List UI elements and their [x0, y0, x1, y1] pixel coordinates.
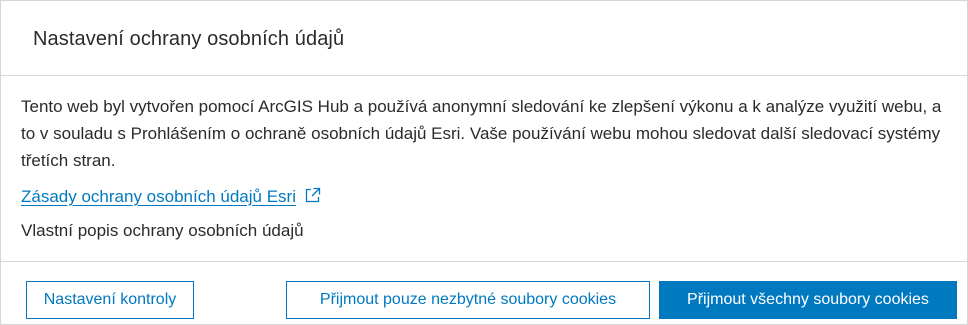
dialog-title: Nastavení ochrany osobních údajů	[33, 28, 345, 50]
privacy-description: Tento web byl vytvořen pomocí ArcGIS Hub…	[21, 97, 942, 170]
review-settings-button[interactable]: Nastavení kontroly	[26, 281, 194, 319]
accept-necessary-cookies-button[interactable]: Přijmout pouze nezbytné soubory cookies	[286, 281, 650, 319]
custom-privacy-description: Vlastní popis ochrany osobních údajů	[21, 221, 304, 240]
policy-link-row: Zásady ochrany osobních údajů Esri	[21, 185, 947, 209]
privacy-settings-dialog: Nastavení ochrany osobních údajů Tento w…	[0, 0, 968, 325]
privacy-policy-link-label: Zásady ochrany osobních údajů Esri	[21, 187, 296, 206]
privacy-policy-link[interactable]: Zásady ochrany osobních údajů Esri	[21, 187, 296, 206]
dialog-body: Tento web byl vytvořen pomocí ArcGIS Hub…	[1, 76, 967, 262]
dialog-footer: Nastavení kontroly Přijmout pouze nezbyt…	[1, 262, 967, 324]
dialog-header: Nastavení ochrany osobních údajů	[1, 1, 967, 76]
accept-all-cookies-button[interactable]: Přijmout všechny soubory cookies	[659, 281, 957, 319]
external-link-icon[interactable]	[304, 187, 321, 204]
